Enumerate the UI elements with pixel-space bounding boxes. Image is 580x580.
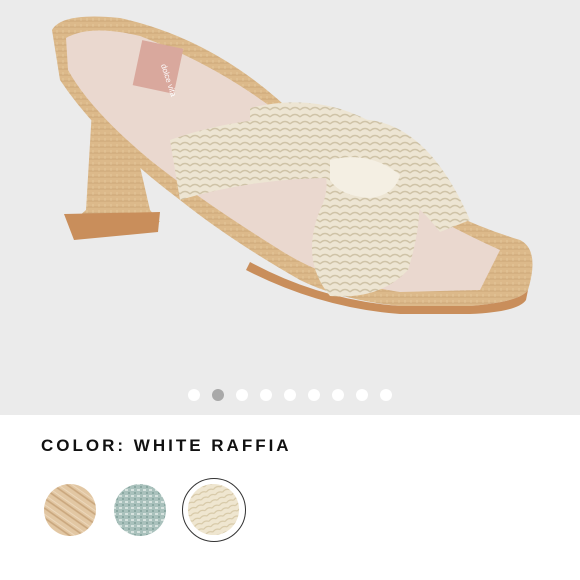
carousel-dots	[0, 385, 580, 405]
carousel-dot[interactable]	[308, 389, 320, 401]
carousel-dot[interactable]	[260, 389, 272, 401]
carousel-dot[interactable]	[236, 389, 248, 401]
carousel-dot[interactable]	[332, 389, 344, 401]
swatch-white-raffia[interactable]	[182, 478, 246, 542]
swatch-sage-raffia[interactable]	[110, 480, 170, 540]
product-image-gallery[interactable]: dolce vita	[0, 0, 580, 415]
carousel-dot[interactable]	[356, 389, 368, 401]
carousel-dot[interactable]	[212, 389, 224, 401]
swatch-natural-raffia[interactable]	[40, 480, 100, 540]
color-label: COLOR: WHITE RAFFIA	[41, 436, 292, 455]
product-image: dolce vita	[52, 16, 533, 314]
carousel-dot[interactable]	[188, 389, 200, 401]
carousel-dot[interactable]	[380, 389, 392, 401]
carousel-dot[interactable]	[284, 389, 296, 401]
color-swatches	[40, 478, 246, 542]
